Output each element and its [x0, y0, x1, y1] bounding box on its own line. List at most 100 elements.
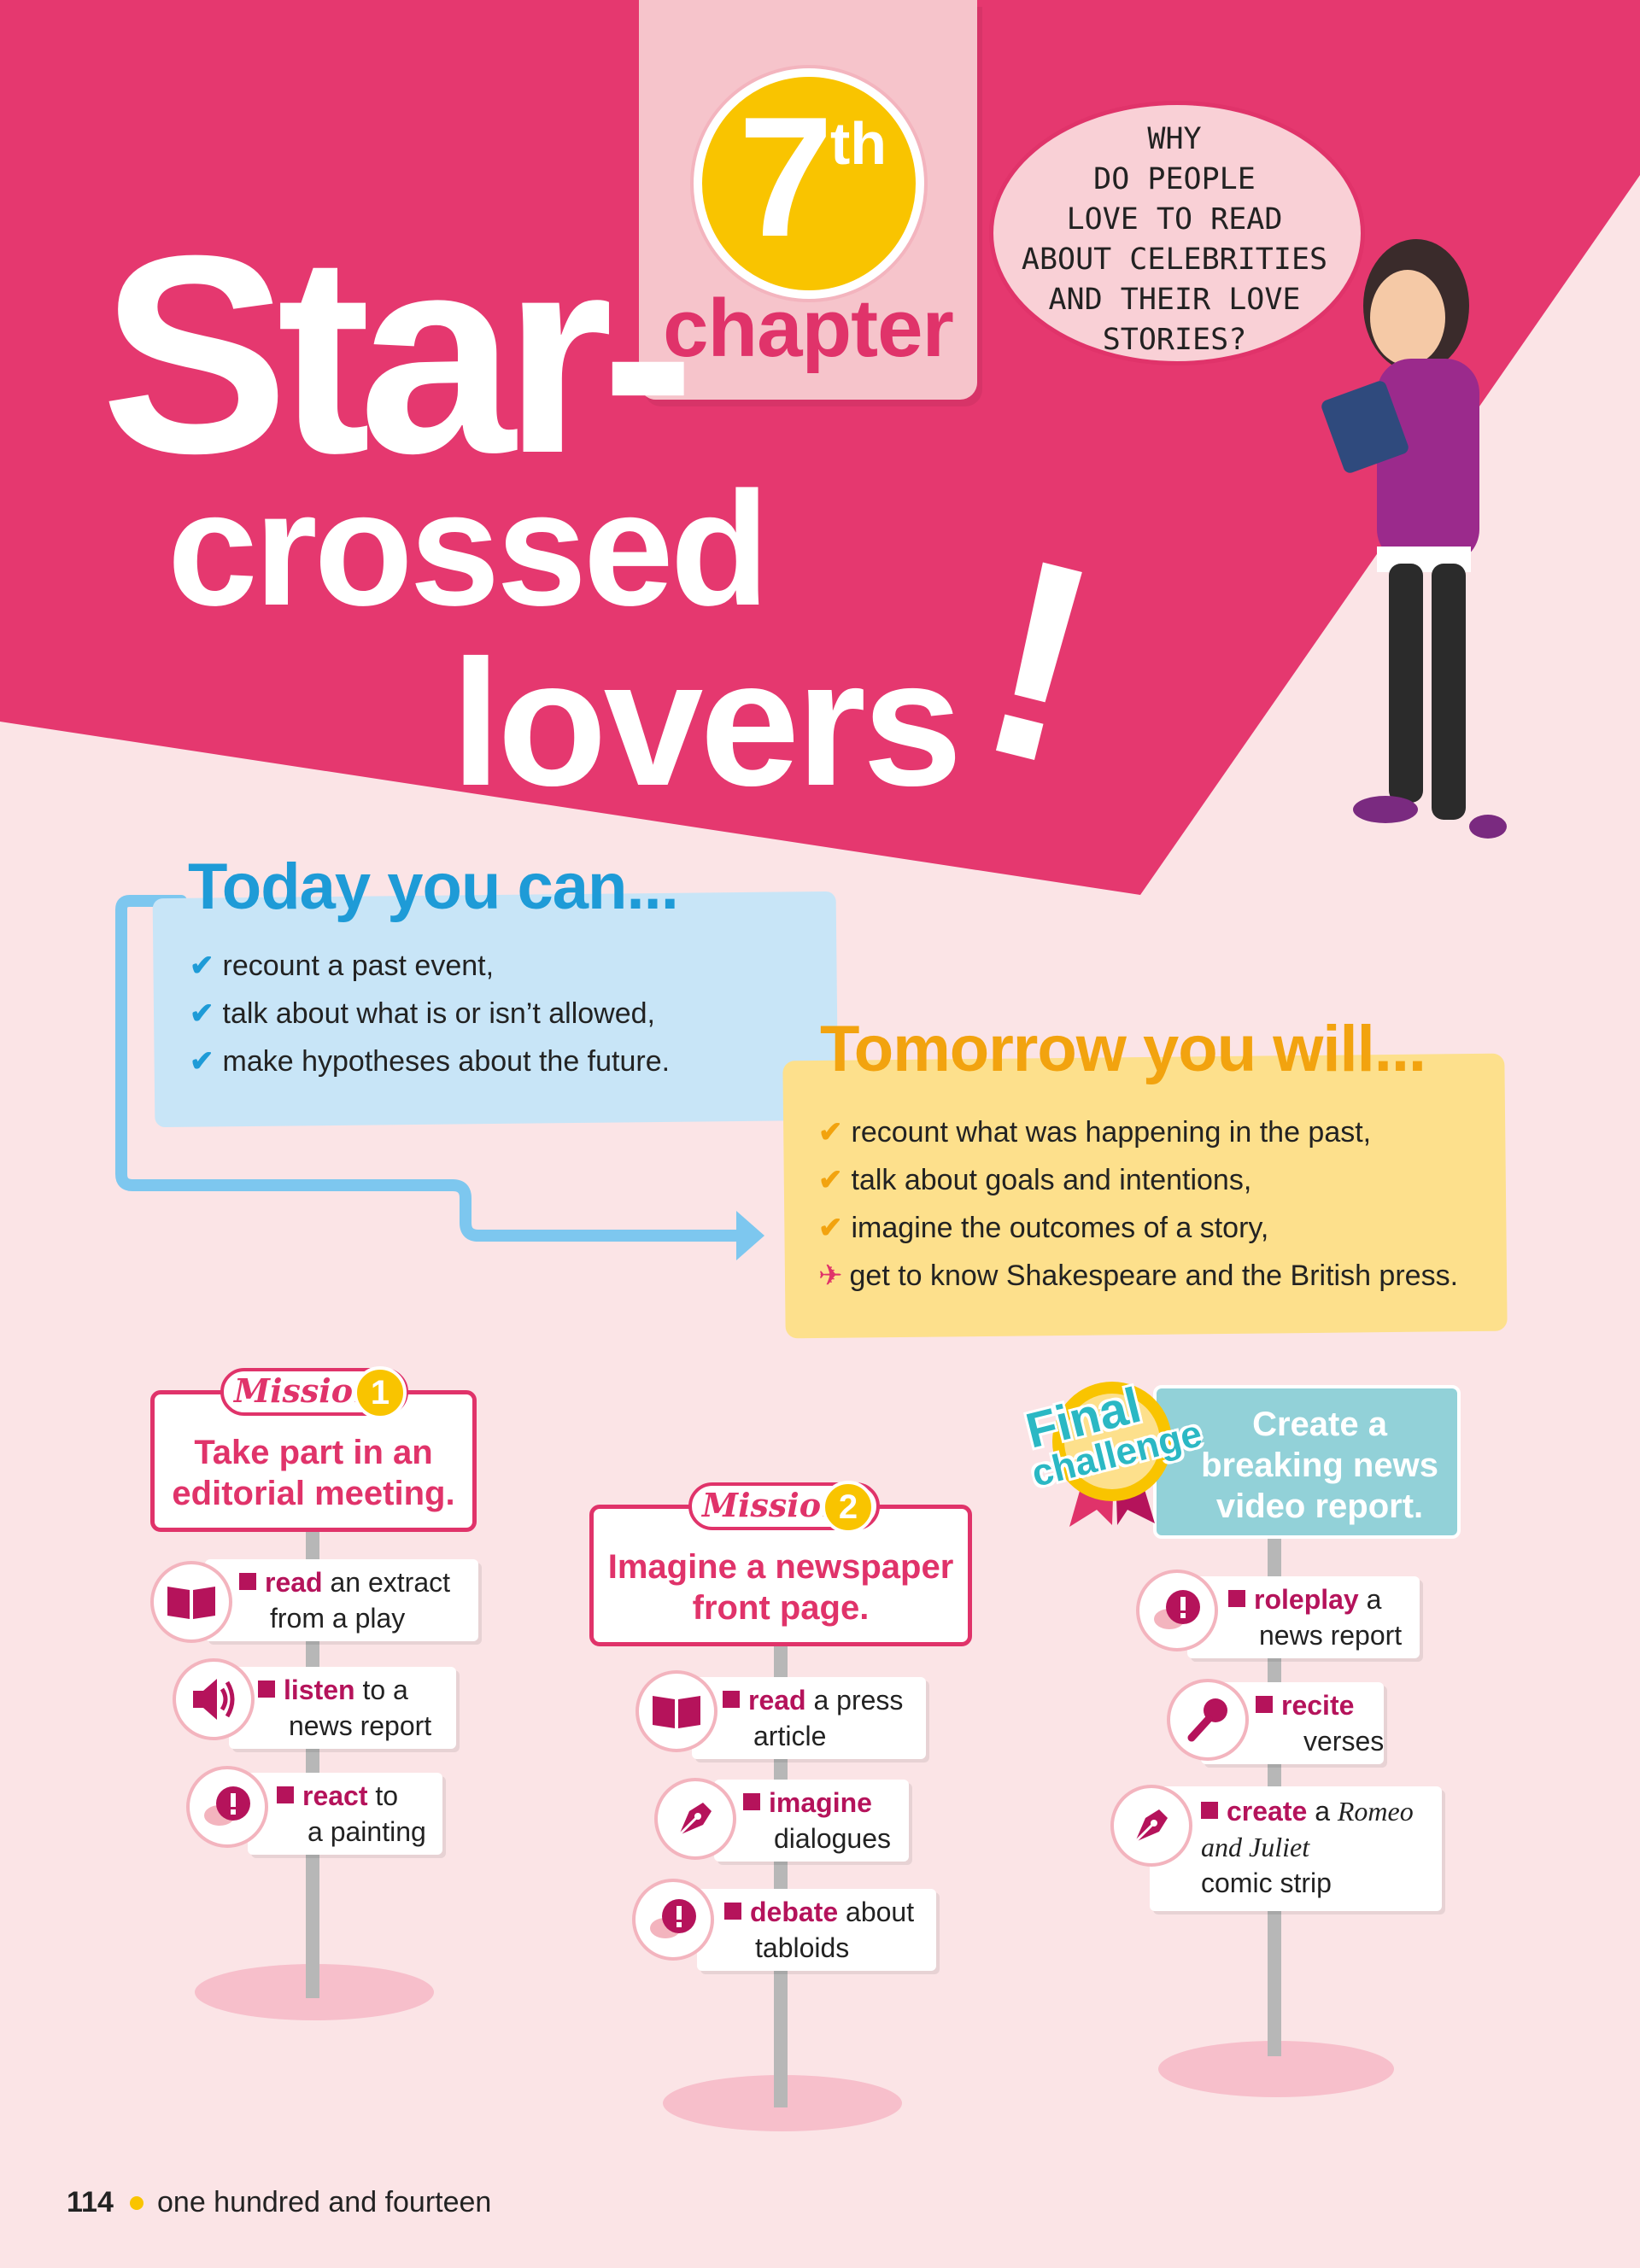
mission-number: 2	[822, 1481, 875, 1534]
mission-title-line: front page.	[692, 1589, 870, 1627]
speech-exclamation-icon	[1136, 1569, 1218, 1651]
speech-bubble-text: WHY DO PEOPLE LOVE TO READ ABOUT CELEBRI…	[1008, 120, 1341, 360]
today-heading: Today you can...	[188, 850, 679, 923]
list-item-text: talk about goals and intentions,	[851, 1164, 1252, 1196]
final-title-line: Create a	[1252, 1406, 1387, 1443]
activity-sign: read a press article	[692, 1677, 926, 1759]
pen-nib-icon	[1110, 1785, 1192, 1867]
tomorrow-heading: Tomorrow you will...	[820, 1013, 1426, 1085]
activity-italic-text: and Juliet	[1201, 1832, 1310, 1862]
activity-text: a painting	[308, 1816, 426, 1847]
bubble-line: LOVE TO READ	[1066, 202, 1283, 237]
activity-text: to	[367, 1780, 399, 1811]
speaker-icon	[173, 1658, 255, 1740]
activity-text: dialogues	[774, 1823, 891, 1854]
activity-sign: read an extract from a play	[205, 1559, 478, 1641]
activity-sign: create a Romeo and Juliet comic strip	[1150, 1786, 1442, 1911]
activity-verb: read	[748, 1685, 806, 1716]
bubble-line: ABOUT CELEBRITIES	[1021, 243, 1328, 277]
bullet-square	[723, 1691, 740, 1708]
check-icon: ✔	[818, 1212, 843, 1244]
chapter-number: 7	[738, 82, 834, 272]
check-icon: ✔	[818, 1164, 843, 1196]
microphone-icon	[1167, 1679, 1249, 1761]
activity-text: a	[1307, 1796, 1338, 1827]
footer-dot	[130, 2196, 144, 2210]
activity-verb: debate	[750, 1897, 839, 1927]
chapter-label: chapter	[663, 283, 954, 374]
activity-text: news report	[289, 1710, 432, 1741]
activity-text: verses	[1303, 1726, 1385, 1757]
speech-exclamation-icon	[632, 1879, 714, 1961]
bullet-square	[1201, 1802, 1218, 1819]
speech-exclamation-icon	[186, 1766, 268, 1848]
bullet-square	[239, 1573, 256, 1590]
page-number: 114	[67, 2186, 114, 2218]
check-icon: ✔	[190, 950, 214, 982]
bullet-square	[277, 1786, 294, 1803]
list-item: ✔ recount what was happening in the past,	[818, 1108, 1458, 1156]
activity-sign: debate about tabloids	[697, 1889, 936, 1971]
bubble-line: WHY	[1147, 122, 1202, 156]
activity-text: news report	[1259, 1620, 1403, 1651]
final-title-line: video report.	[1215, 1488, 1424, 1525]
list-item: ✔ make hypotheses about the future.	[190, 1038, 670, 1085]
activity-sign: imagine dialogues	[714, 1780, 909, 1862]
activity-text: article	[753, 1721, 827, 1751]
list-item: ✔ talk about what is or isn’t allowed,	[190, 990, 670, 1038]
list-item: ✈ get to know Shakespeare and the British…	[818, 1252, 1458, 1300]
list-item: ✔ imagine the outcomes of a story,	[818, 1204, 1458, 1252]
activity-italic-text: Romeo	[1337, 1796, 1414, 1827]
mission-number: 1	[354, 1366, 407, 1419]
activity-verb: recite	[1281, 1690, 1355, 1721]
check-icon: ✔	[818, 1116, 843, 1149]
bubble-line: AND THEIR LOVE	[1048, 283, 1301, 317]
activity-text: a press	[805, 1685, 904, 1716]
list-item-text: recount what was happening in the past,	[851, 1116, 1372, 1149]
bubble-line: DO PEOPLE	[1093, 162, 1256, 196]
list-item-text: imagine the outcomes of a story,	[851, 1212, 1269, 1244]
mission-title-line: editorial meeting.	[172, 1475, 455, 1512]
activity-text: about	[838, 1897, 915, 1927]
list-item-text: get to know Shakespeare and the British …	[849, 1260, 1459, 1292]
bullet-square	[1256, 1696, 1273, 1713]
activity-verb: create	[1227, 1796, 1308, 1827]
list-item-text: recount a past event,	[222, 950, 495, 982]
activity-text: to a	[354, 1675, 408, 1705]
activity-verb: imagine	[769, 1787, 872, 1818]
final-challenge-card: Create a breaking news video report.	[1153, 1385, 1461, 1539]
chapter-number-suffix: th	[830, 110, 887, 177]
list-item-text: talk about what is or isn’t allowed,	[222, 997, 655, 1030]
activity-verb: listen	[284, 1675, 355, 1705]
title-word-lovers: lovers	[451, 623, 963, 823]
activity-sign: react to a painting	[248, 1773, 442, 1855]
activity-text: from a play	[270, 1603, 406, 1634]
activity-text: an extract	[322, 1567, 450, 1598]
bullet-square	[743, 1793, 760, 1810]
airplane-icon: ✈	[818, 1260, 843, 1292]
activity-verb: read	[265, 1567, 323, 1598]
bubble-line: STORIES?	[1102, 323, 1247, 357]
activity-verb: roleplay	[1254, 1584, 1359, 1615]
book-icon	[150, 1561, 232, 1643]
activity-verb: react	[302, 1780, 368, 1811]
bullet-square	[724, 1903, 741, 1920]
book-icon	[636, 1670, 718, 1752]
today-list: ✔ recount a past event, ✔ talk about what …	[190, 942, 670, 1085]
activity-text: comic strip	[1201, 1868, 1332, 1898]
list-item: ✔ recount a past event,	[190, 942, 670, 990]
bullet-square	[1228, 1590, 1245, 1607]
check-icon: ✔	[190, 1045, 214, 1078]
page-number-words: one hundred and fourteen	[157, 2186, 492, 2218]
list-item: ✔ talk about goals and intentions,	[818, 1156, 1458, 1204]
final-title-line: breaking news	[1201, 1447, 1438, 1484]
bullet-square	[258, 1681, 275, 1698]
title-line-1: Star-	[101, 196, 695, 511]
check-icon: ✔	[190, 997, 214, 1030]
activity-text: tabloids	[755, 1932, 850, 1963]
mission-title-line: Take part in an	[194, 1434, 433, 1471]
list-item-text: make hypotheses about the future.	[222, 1045, 671, 1078]
title-line-3: lovers!	[451, 496, 1120, 824]
pen-nib-icon	[654, 1778, 736, 1860]
mission-title-line: Imagine a newspaper	[607, 1548, 954, 1586]
